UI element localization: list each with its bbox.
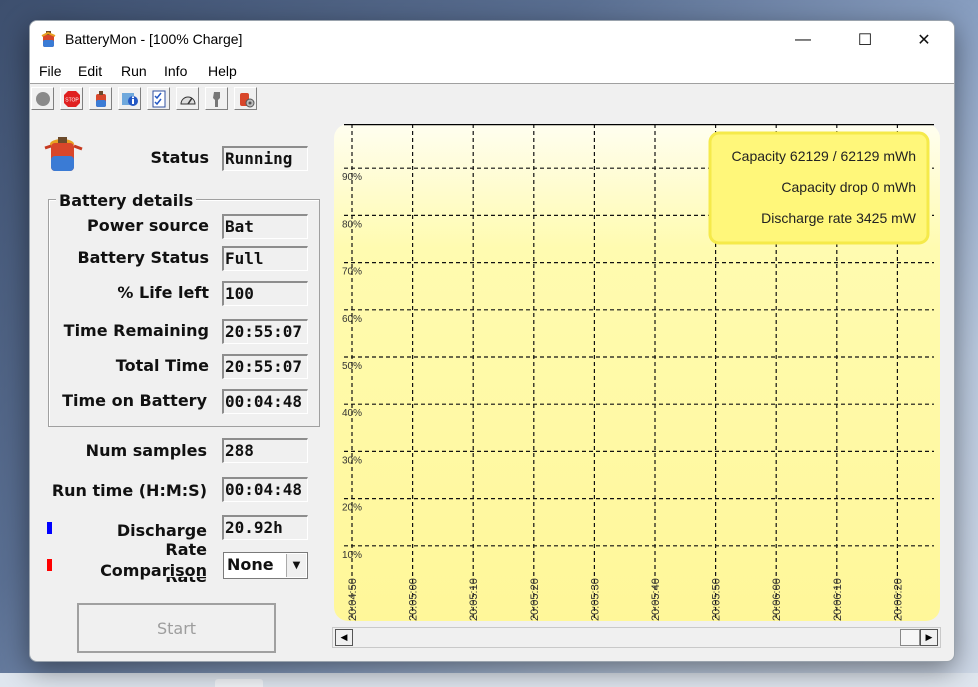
run-time-label: Run time (H:M:S) bbox=[51, 481, 207, 500]
scroll-left-icon[interactable]: ◀ bbox=[335, 629, 353, 646]
life-left-value: 100 bbox=[222, 281, 308, 306]
start-button[interactable]: Start bbox=[77, 603, 276, 653]
menu-run[interactable]: Run bbox=[121, 63, 147, 79]
info-button[interactable] bbox=[118, 87, 141, 110]
total-time-value: 20:55:07 bbox=[222, 354, 308, 379]
life-left-label: % Life left bbox=[117, 283, 209, 302]
scroll-thumb[interactable] bbox=[900, 629, 920, 646]
discharge-chart: 90% 80% 70% 60% 50% 40% 30% 20% 10% 20:04:50 20:05… bbox=[334, 122, 940, 621]
time-remaining-label: Time Remaining bbox=[63, 321, 209, 340]
settings-button[interactable] bbox=[234, 87, 257, 110]
record-icon bbox=[35, 91, 50, 106]
menu-bar: File Edit Run Info Help bbox=[30, 59, 954, 83]
chart-x-tick: 20:06:00 bbox=[771, 578, 783, 621]
chart-x-tick: 20:05:00 bbox=[408, 578, 420, 621]
stop-icon: STOP bbox=[63, 90, 80, 107]
chevron-down-icon[interactable]: ▼ bbox=[286, 554, 306, 577]
discharge-rate-value: 20.92h bbox=[222, 515, 308, 540]
status-value: Running bbox=[222, 146, 308, 171]
chart-x-tick: 20:05:40 bbox=[650, 578, 662, 621]
battery-status-label: Battery Status bbox=[77, 248, 209, 267]
scroll-right-icon[interactable]: ▶ bbox=[920, 629, 938, 646]
chart-x-tick: 20:05:30 bbox=[589, 578, 601, 621]
tool-button[interactable] bbox=[205, 87, 228, 110]
discharge-rate-label: Discharge Rate bbox=[116, 521, 207, 559]
chart-x-tick: 20:05:50 bbox=[711, 578, 723, 621]
maximize-icon: ☐ bbox=[857, 32, 873, 49]
time-on-battery-value: 00:04:48 bbox=[222, 389, 308, 414]
chart-x-tick: 20:06:10 bbox=[832, 578, 844, 621]
maximize-button[interactable]: ☐ bbox=[842, 21, 888, 59]
menu-file[interactable]: File bbox=[39, 63, 62, 79]
info-icon bbox=[121, 92, 138, 106]
comparison-selected: None bbox=[227, 555, 274, 574]
chart-svg: 90%80%70%60%50%40%30%20%10%20:04:50 20:05… bbox=[334, 122, 940, 621]
toolbar: STOP bbox=[30, 85, 262, 114]
menu-info[interactable]: Info bbox=[164, 63, 187, 79]
chart-x-tick: 20:05:20 bbox=[529, 578, 541, 621]
title-bar: BatteryMon - [100% Charge] — ☐ ✕ bbox=[30, 21, 954, 59]
close-button[interactable]: ✕ bbox=[901, 21, 947, 59]
comparison-label-overflow: Rate bbox=[136, 577, 236, 585]
run-time-value: 00:04:48 bbox=[222, 477, 308, 502]
total-time-label: Total Time bbox=[115, 356, 209, 375]
chart-info-line-1: Capacity drop 0 mWh bbox=[781, 179, 916, 195]
menu-edit[interactable]: Edit bbox=[78, 63, 102, 79]
chart-x-tick: 20:04:50 bbox=[347, 578, 359, 621]
time-on-battery-label: Time on Battery bbox=[62, 391, 207, 410]
battery-logo-icon bbox=[44, 137, 83, 171]
window-title: BatteryMon - [100% Charge] bbox=[65, 31, 243, 47]
chart-info-line-2: Discharge rate 3425 mW bbox=[761, 210, 917, 226]
stop-icon-label: STOP bbox=[65, 97, 79, 103]
chart-x-tick: 20:06:20 bbox=[892, 578, 904, 621]
status-label: Status bbox=[150, 148, 209, 167]
menu-help[interactable]: Help bbox=[208, 63, 237, 79]
minimize-icon: — bbox=[795, 31, 811, 48]
battery-status-value: Full bbox=[222, 246, 308, 271]
chart-horizontal-scrollbar[interactable]: ◀ ▶ bbox=[332, 627, 941, 648]
settings-icon bbox=[239, 92, 254, 107]
gauge-button[interactable] bbox=[176, 87, 199, 110]
app-window: BatteryMon - [100% Charge] — ☐ ✕ File Ed… bbox=[29, 20, 955, 662]
record-button[interactable] bbox=[31, 87, 54, 110]
menu-separator bbox=[30, 83, 954, 84]
battery-button[interactable] bbox=[89, 87, 112, 110]
battery-icon bbox=[95, 90, 106, 107]
power-source-value: Bat bbox=[222, 214, 308, 239]
minimize-button[interactable]: — bbox=[780, 21, 826, 59]
comparison-label-overflow-text: Rate bbox=[136, 577, 236, 585]
taskbar-item[interactable] bbox=[215, 679, 263, 687]
tool-icon bbox=[212, 91, 220, 107]
taskbar bbox=[0, 673, 978, 687]
gauge-icon bbox=[179, 96, 196, 104]
chart-x-tick: 20:05:10 bbox=[468, 578, 480, 621]
comparison-select[interactable]: None ▼ bbox=[223, 552, 308, 579]
comparison-marker bbox=[47, 559, 52, 571]
num-samples-label: Num samples bbox=[85, 441, 207, 460]
discharge-rate-marker bbox=[47, 522, 52, 534]
battery-details-title: Battery details bbox=[56, 191, 197, 210]
time-remaining-value: 20:55:07 bbox=[222, 319, 308, 344]
checklist-icon bbox=[152, 90, 165, 107]
num-samples-value: 288 bbox=[222, 438, 308, 463]
chart-info-line-0: Capacity 62129 / 62129 mWh bbox=[732, 148, 916, 164]
battery-app-icon bbox=[41, 31, 56, 47]
close-icon: ✕ bbox=[917, 32, 931, 49]
checklist-button[interactable] bbox=[147, 87, 170, 110]
power-source-label: Power source bbox=[87, 216, 209, 235]
stop-button[interactable]: STOP bbox=[60, 87, 83, 110]
